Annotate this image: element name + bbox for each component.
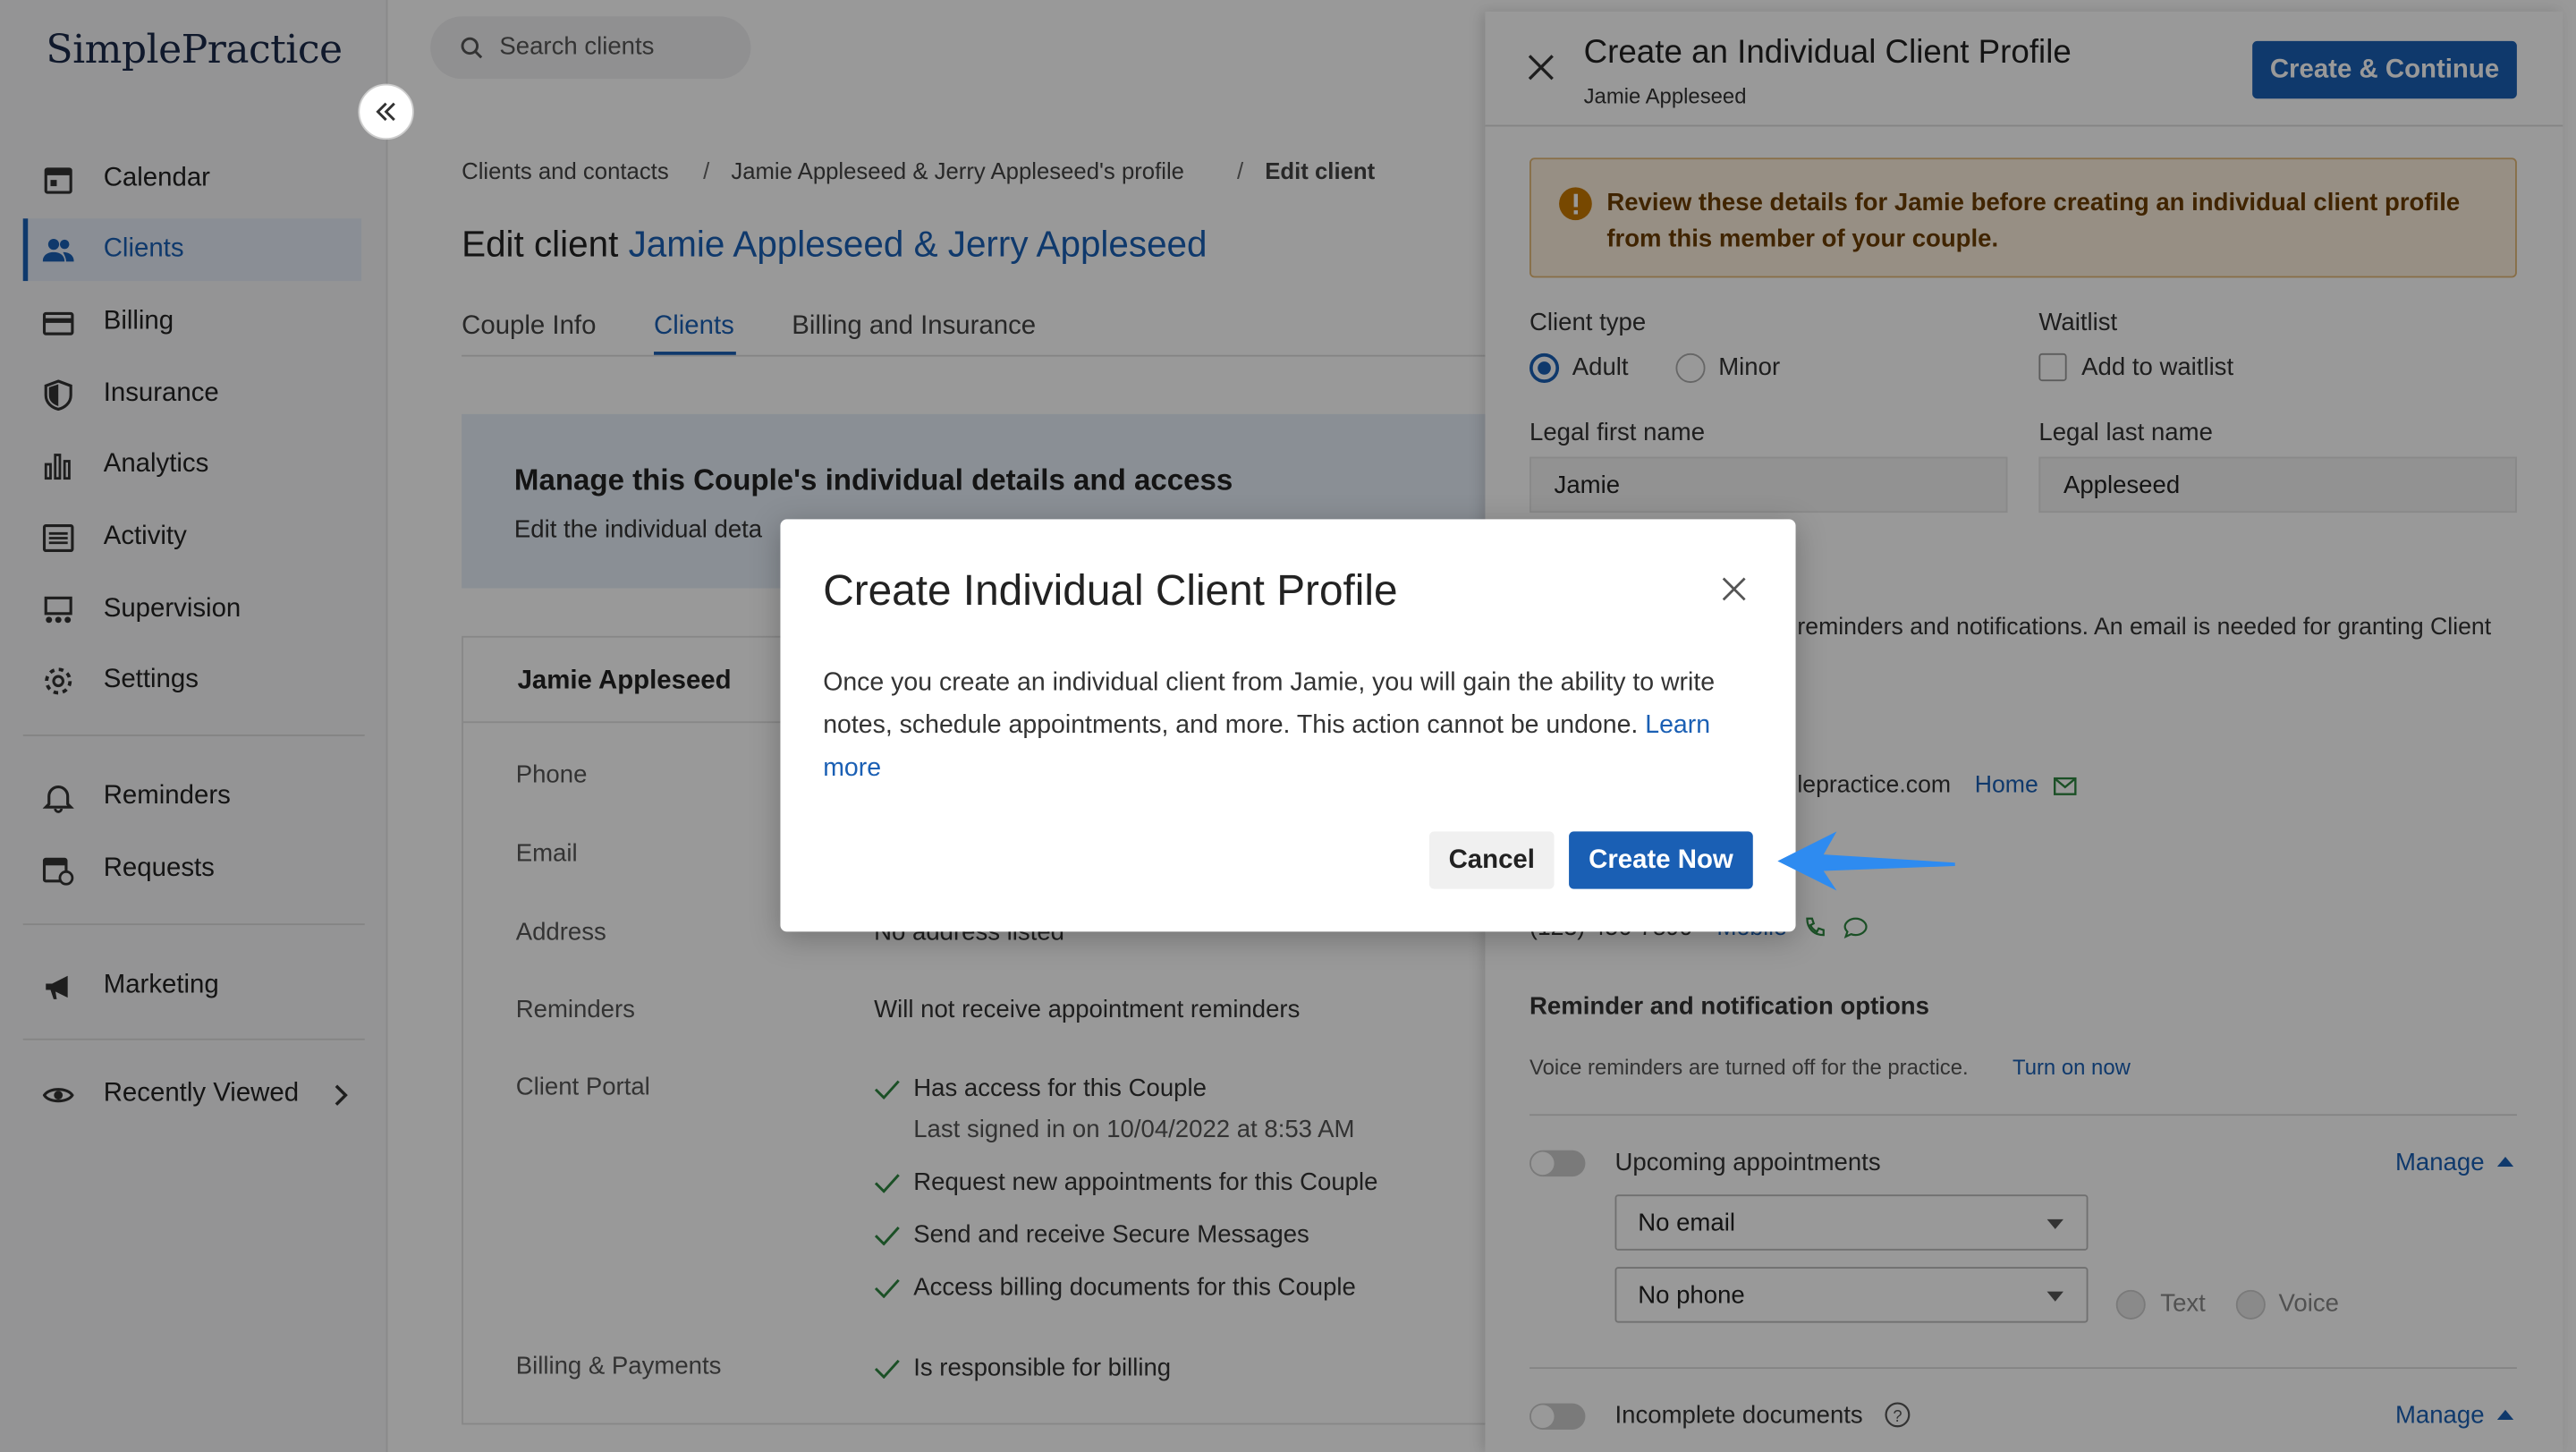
modal-body-text: Once you create an individual client fro…	[823, 668, 1716, 740]
cancel-button[interactable]: Cancel	[1428, 831, 1555, 889]
close-icon[interactable]	[1722, 577, 1747, 602]
create-now-button[interactable]: Create Now	[1569, 831, 1753, 889]
modal-title: Create Individual Client Profile	[823, 565, 1398, 615]
modal-body: Once you create an individual client fro…	[823, 662, 1753, 790]
collapse-sidebar-button[interactable]	[358, 83, 414, 140]
pointer-arrow-icon	[1777, 831, 1955, 891]
create-profile-modal: Create Individual Client Profile Once yo…	[780, 519, 1796, 932]
double-chevron-left-icon	[376, 102, 395, 122]
